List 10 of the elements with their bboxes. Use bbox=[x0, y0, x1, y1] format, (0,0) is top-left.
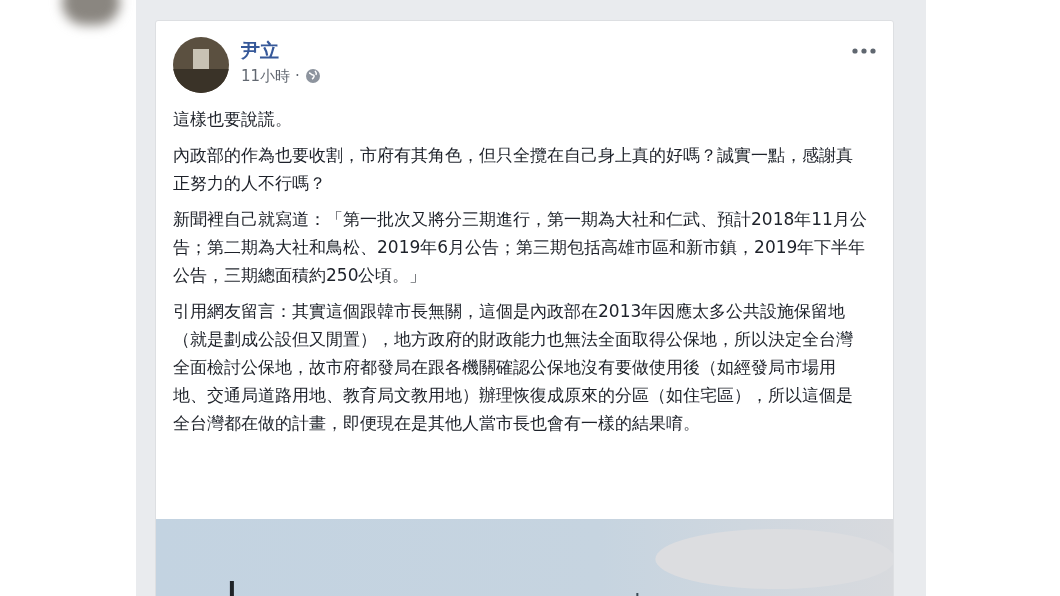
globe-icon bbox=[304, 68, 321, 85]
post-paragraph: 這樣也要說謊。 bbox=[173, 108, 293, 131]
author-name[interactable]: 尹立 bbox=[241, 37, 321, 63]
more-options-icon[interactable] bbox=[852, 47, 876, 55]
post-paragraph: 內政部的作為也要收割，市府有其角色，但只全攬在自己身上真的好嗎？誠實一點，感謝真正努力的人不行嗎？ bbox=[173, 144, 854, 195]
separator: · bbox=[295, 66, 300, 87]
post-paragraph: 新聞裡自己就寫道：「第一批次又將分三期進行，第一期為大社和仁武、預計2018年11月公告；第二期為大社和鳥松、2019年6月公告；第三期包括高雄市區和新市鎮，2019年下半年公告，三期總面積約250公頃。」 bbox=[173, 208, 867, 287]
post-time[interactable]: 11小時 bbox=[241, 65, 291, 88]
post-paragraph: 引用網友留言：其實這個跟韓市長無關，這個是內政部在2013年因應太多公共設施保留地（就是劃成公設但又閒置），地方政府的財政能力也無法全面取得公保地，所以決定全台灣全面檢討公保地，故市府都發局在跟各機關確認公保地沒有要做使用後（如經發局市場用地、交通局道路用地、教育局文教用地）辦理恢復成原來的分區（如住宅區），所以這個是全台灣都在做的計畫，即便現在是其他人當市長也會有一樣的結果唷。 bbox=[173, 300, 854, 435]
profile-avatar[interactable] bbox=[173, 37, 229, 93]
